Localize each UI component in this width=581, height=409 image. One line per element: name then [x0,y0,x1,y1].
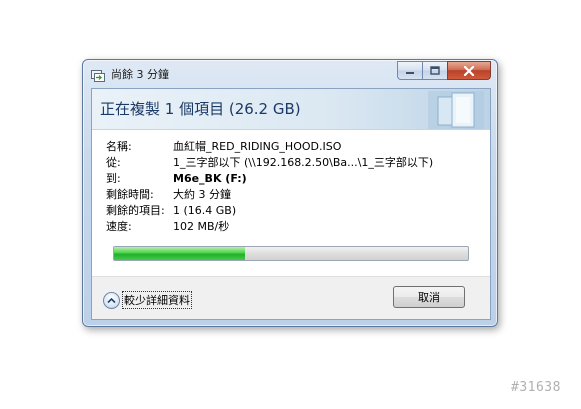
maximize-button[interactable] [422,61,447,80]
detail-label: 從: [106,156,121,169]
detail-row: 剩餘的項目: 1 (16.4 GB) [106,202,433,218]
detail-value: 1 (16.4 GB) [173,203,237,217]
detail-label: 名稱: [106,140,132,153]
detail-row: 剩餘時間: 大約 3 分鐘 [106,186,433,202]
window-title: 尚餘 3 分鐘 [111,68,169,81]
copy-icon [91,67,105,82]
minimize-button[interactable] [397,61,422,80]
progress-header: 正在複製 1 個項目 (26.2 GB) [92,89,490,130]
copy-dialog-window: 尚餘 3 分鐘 正在複製 1 個項目 (26.2 GB) 名稱: 血紅帽_RED… [82,59,498,327]
progress-title: 正在複製 1 個項目 (26.2 GB) [100,100,301,118]
watermark: #31638 [511,380,561,395]
detail-label: 剩餘時間: [106,188,154,201]
detail-label: 速度: [106,220,132,233]
detail-value: 1_三字部以下 (\\192.168.2.50\Ba...\1_三字部以下) [173,156,434,169]
copy-animation-icon [422,91,484,129]
copy-details: 名稱: 血紅帽_RED_RIDING_HOOD.ISO 從: 1_三字部以下 (\\1… [106,138,433,234]
detail-row: 從: 1_三字部以下 (\\192.168.2.50\Ba...\1_三字部以下) [106,154,433,170]
maximize-icon [430,66,440,75]
title-bar[interactable]: 尚餘 3 分鐘 [83,60,497,86]
detail-value: M6e_BK (F:) [173,171,247,185]
detail-value: 血紅帽_RED_RIDING_HOOD.ISO [173,140,342,153]
minimize-icon [405,67,415,75]
cancel-button[interactable]: 取消 [393,286,465,308]
fewer-details-toggle[interactable]: 較少詳細資料 [103,291,192,309]
progress-fill [114,247,245,260]
detail-label: 剩餘的項目: [106,204,165,217]
detail-row: 名稱: 血紅帽_RED_RIDING_HOOD.ISO [106,138,433,154]
copy-progress-bar [113,246,469,261]
chevron-up-icon[interactable] [103,291,120,309]
caption-buttons [397,61,491,80]
detail-value: 102 MB/秒 [173,220,230,233]
fewer-details-label[interactable]: 較少詳細資料 [122,291,192,309]
close-icon [463,65,475,76]
detail-value: 大約 3 分鐘 [173,188,231,201]
detail-row: 到: M6e_BK (F:) [106,170,433,186]
detail-label: 到: [106,172,121,185]
close-button[interactable] [447,61,491,80]
detail-row: 速度: 102 MB/秒 [106,218,433,234]
